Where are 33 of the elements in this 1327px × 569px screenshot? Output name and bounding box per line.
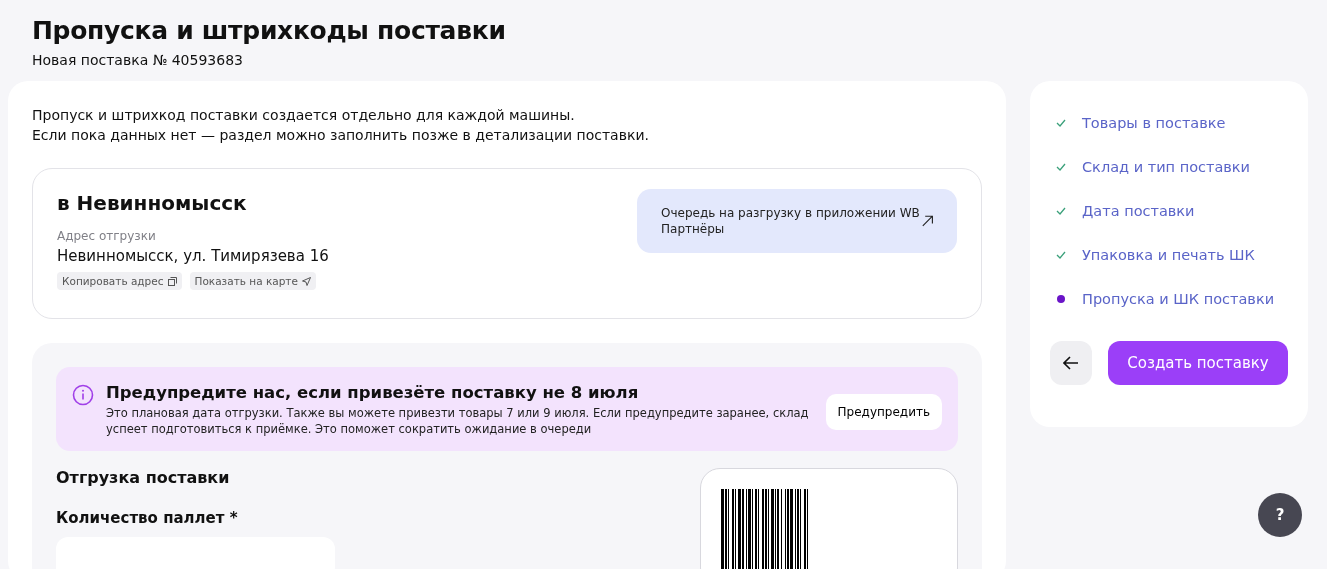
- check-icon: [1056, 207, 1066, 215]
- check-icon: [1056, 119, 1066, 127]
- address-text: Невинномысск, ул. Тимирязева 16: [57, 247, 329, 265]
- warehouse-title: в Невинномысск: [57, 191, 248, 215]
- show-map-button[interactable]: Показать на карте: [189, 272, 316, 290]
- queue-link[interactable]: Очередь на разгрузку в приложении WB Партнёры: [637, 189, 957, 253]
- page-title: Пропуска и штрихкоды поставки: [32, 16, 507, 46]
- intro-text: Если пока данных нет — раздел можно заполнить позже в детализации поставки.: [32, 126, 650, 145]
- step-link[interactable]: Товары в поставке: [1050, 101, 1288, 145]
- back-button[interactable]: [1050, 341, 1092, 385]
- help-button[interactable]: ?: [1258, 493, 1302, 537]
- notice-text: Это плановая дата отгрузки. Также вы можете привезти товары 7 или 9 июля. Если предупредите заранее, склад успеет подготовиться к приёмке. Это поможет сократить ожидание в очереди: [106, 405, 810, 437]
- navigation-arrow-icon: [301, 276, 311, 286]
- external-arrow-icon: [921, 214, 933, 228]
- check-icon: [1056, 251, 1066, 259]
- check-icon: [1056, 163, 1066, 171]
- copy-icon: [167, 276, 177, 286]
- section-title: Отгрузка поставки: [56, 468, 231, 487]
- step-link[interactable]: Упаковка и печать ШК: [1050, 233, 1288, 277]
- page-subtitle: Новая поставка № 40593683: [32, 52, 244, 68]
- notify-button[interactable]: Предупредить: [825, 394, 942, 430]
- pallets-label: Количество паллет *: [56, 509, 239, 527]
- back-arrow-icon: [1063, 356, 1079, 370]
- step-link[interactable]: Дата поставки: [1050, 189, 1288, 233]
- intro-text: Пропуск и штрихкод поставки создается отдельно для каждой машины.: [32, 106, 576, 125]
- address-label: Адрес отгрузки: [57, 229, 157, 243]
- notice-title: Предупредите нас, если привезёте поставку не 8 июля: [106, 383, 640, 402]
- current-step-dot-icon: [1057, 295, 1065, 303]
- copy-address-button[interactable]: Копировать адрес: [57, 272, 182, 290]
- step-link[interactable]: Склад и тип поставки: [1050, 145, 1288, 189]
- create-shipment-button[interactable]: Создать поставку: [1108, 341, 1288, 385]
- info-icon: [72, 384, 94, 406]
- step-link[interactable]: Пропуска и ШК поставки: [1050, 277, 1288, 321]
